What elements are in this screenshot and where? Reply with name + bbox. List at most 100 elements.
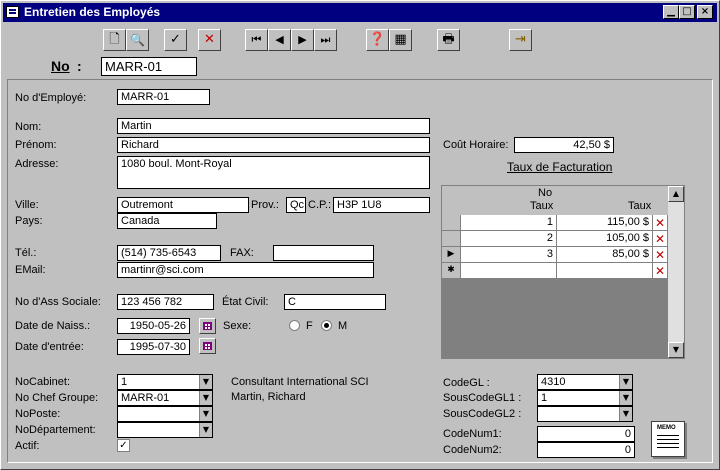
souscodegl1-combo[interactable]: 1 ▼: [537, 390, 633, 406]
adresse-field[interactable]: 1080 boul. Mont-Royal: [117, 156, 430, 189]
no-header-field[interactable]: MARR-01: [101, 57, 197, 76]
sexe-f-label: F: [306, 320, 313, 332]
cout-horaire-field[interactable]: 42,50 $: [514, 137, 614, 153]
nom-field[interactable]: Martin: [117, 118, 430, 134]
nom-label: Nom:: [15, 121, 42, 133]
report-icon[interactable]: ❓: [366, 29, 389, 51]
row-selector[interactable]: [442, 231, 461, 247]
main-window: Entretien des Employés ▁ □ × 🗋 🔍 ✓ ✕ ⏮ ◀…: [0, 0, 720, 470]
taux-no-cell[interactable]: 2: [461, 231, 557, 247]
taux-value-cell[interactable]: 85,00 $: [557, 247, 653, 263]
previous-record-icon[interactable]: ◀: [268, 29, 291, 51]
sexe-m-radio[interactable]: [321, 320, 332, 331]
codenum1-field[interactable]: 0: [537, 426, 635, 442]
chevron-down-icon[interactable]: ▼: [199, 423, 212, 437]
chevron-down-icon[interactable]: ▼: [619, 407, 632, 421]
ville-field[interactable]: Outremont: [117, 197, 249, 213]
minimize-button[interactable]: ▁: [663, 5, 679, 19]
info-line1: Consultant International SCI: [231, 376, 369, 388]
entree-field[interactable]: 1995-07-30: [117, 339, 190, 355]
souscodegl1-value: 1: [541, 392, 548, 404]
col-no-header-line1: No: [538, 187, 553, 199]
poste-combo[interactable]: ▼: [117, 406, 213, 422]
delete-icon[interactable]: ✕: [198, 29, 221, 51]
row-selector[interactable]: ✱: [442, 263, 461, 279]
cabinet-label: NoCabinet:: [15, 376, 71, 388]
taux-value-cell[interactable]: 105,00 $: [557, 231, 653, 247]
chef-combo[interactable]: MARR-01 ▼: [117, 390, 213, 406]
calendar-icon[interactable]: [199, 338, 216, 354]
fax-label: FAX:: [230, 247, 254, 259]
taux-no-cell[interactable]: 3: [461, 247, 557, 263]
sexe-f-radio[interactable]: [289, 320, 300, 331]
codenum2-field[interactable]: 0: [537, 442, 635, 458]
email-field[interactable]: martinr@sci.com: [117, 262, 374, 278]
delete-row-icon[interactable]: ✕: [653, 264, 667, 278]
new-record-icon[interactable]: 🗋: [103, 29, 126, 51]
taux-value-cell[interactable]: 115,00 $: [557, 215, 653, 231]
taux-no-cell[interactable]: 1: [461, 215, 557, 231]
taux-value-cell[interactable]: [557, 263, 653, 279]
scroll-down-icon[interactable]: ▼: [668, 342, 684, 358]
toolbar: 🗋 🔍 ✓ ✕ ⏮ ◀ ▶ ⏭ ❓ ▦ 🖶 ⇥: [7, 27, 713, 53]
print-icon[interactable]: 🖶: [437, 29, 460, 51]
window-title: Entretien des Employés: [24, 5, 161, 19]
row-selector[interactable]: [442, 215, 461, 231]
exit-icon[interactable]: ⇥: [509, 29, 532, 51]
pays-field[interactable]: Canada: [117, 213, 217, 229]
save-icon[interactable]: ✓: [164, 29, 187, 51]
scroll-up-icon[interactable]: ▲: [668, 186, 684, 202]
form-icon: [6, 6, 19, 18]
actif-checkbox[interactable]: ✓: [117, 439, 130, 452]
col-taux-header: Taux: [628, 200, 652, 212]
chevron-down-icon[interactable]: ▼: [199, 391, 212, 405]
delete-row-icon[interactable]: ✕: [653, 248, 667, 262]
cout-horaire-label: Coût Horaire:: [443, 139, 509, 151]
next-record-icon[interactable]: ▶: [291, 29, 314, 51]
codegl-label: CodeGL :: [443, 377, 490, 389]
dept-combo[interactable]: ▼: [117, 422, 213, 438]
close-button[interactable]: ×: [697, 5, 713, 19]
chevron-down-icon[interactable]: ▼: [199, 407, 212, 421]
tel-field[interactable]: (514) 735-6543: [117, 245, 221, 261]
codenum2-label: CodeNum2:: [443, 444, 502, 456]
cp-field[interactable]: H3P 1U8: [333, 197, 430, 213]
chef-label: No Chef Groupe:: [15, 392, 99, 404]
pays-label: Pays:: [15, 215, 43, 227]
chevron-down-icon[interactable]: ▼: [619, 391, 632, 405]
fax-field[interactable]: [273, 245, 374, 261]
delete-row-icon[interactable]: ✕: [653, 232, 667, 246]
delete-row-icon[interactable]: ✕: [653, 216, 667, 230]
nas-field[interactable]: 123 456 782: [117, 294, 214, 310]
grid-header: No Taux Taux: [442, 186, 668, 215]
chef-value: MARR-01: [121, 392, 170, 404]
prenom-field[interactable]: Richard: [117, 137, 430, 153]
etat-field[interactable]: C: [284, 294, 386, 310]
naiss-field[interactable]: 1950-05-26: [117, 318, 190, 334]
etat-label: État Civil:: [222, 296, 269, 308]
prov-field[interactable]: Qc: [286, 197, 306, 213]
codegl-combo[interactable]: 4310 ▼: [537, 374, 633, 390]
memo-icon[interactable]: MEMO: [651, 421, 685, 457]
prenom-label: Prénom:: [15, 139, 57, 151]
row-selector[interactable]: ▶: [442, 247, 461, 263]
employee-no-field[interactable]: MARR-01: [117, 89, 210, 105]
taux-no-cell[interactable]: [461, 263, 557, 279]
last-record-icon[interactable]: ⏭: [314, 29, 337, 51]
first-record-icon[interactable]: ⏮: [245, 29, 268, 51]
maximize-button[interactable]: □: [679, 5, 695, 19]
codenum1-label: CodeNum1:: [443, 428, 502, 440]
calendar-icon[interactable]: [199, 318, 216, 334]
chevron-down-icon[interactable]: ▼: [619, 375, 632, 389]
entree-label: Date d'entrée:: [15, 341, 84, 353]
taux-grid: No Taux Taux 1 115,00 $ ✕ 2 105,00 $ ✕ ▶ 3 85,00…: [441, 185, 685, 359]
table-icon[interactable]: ▦: [389, 29, 412, 51]
poste-label: NoPoste:: [15, 408, 61, 420]
souscodegl2-combo[interactable]: ▼: [537, 406, 633, 422]
grid-scrollbar[interactable]: ▲ ▼: [668, 186, 684, 358]
dept-label: NoDépartement:: [15, 424, 96, 436]
cabinet-combo[interactable]: 1 ▼: [117, 374, 213, 390]
chevron-down-icon[interactable]: ▼: [199, 375, 212, 389]
find-icon[interactable]: 🔍: [126, 29, 149, 51]
tel-label: Tél.:: [15, 247, 37, 259]
